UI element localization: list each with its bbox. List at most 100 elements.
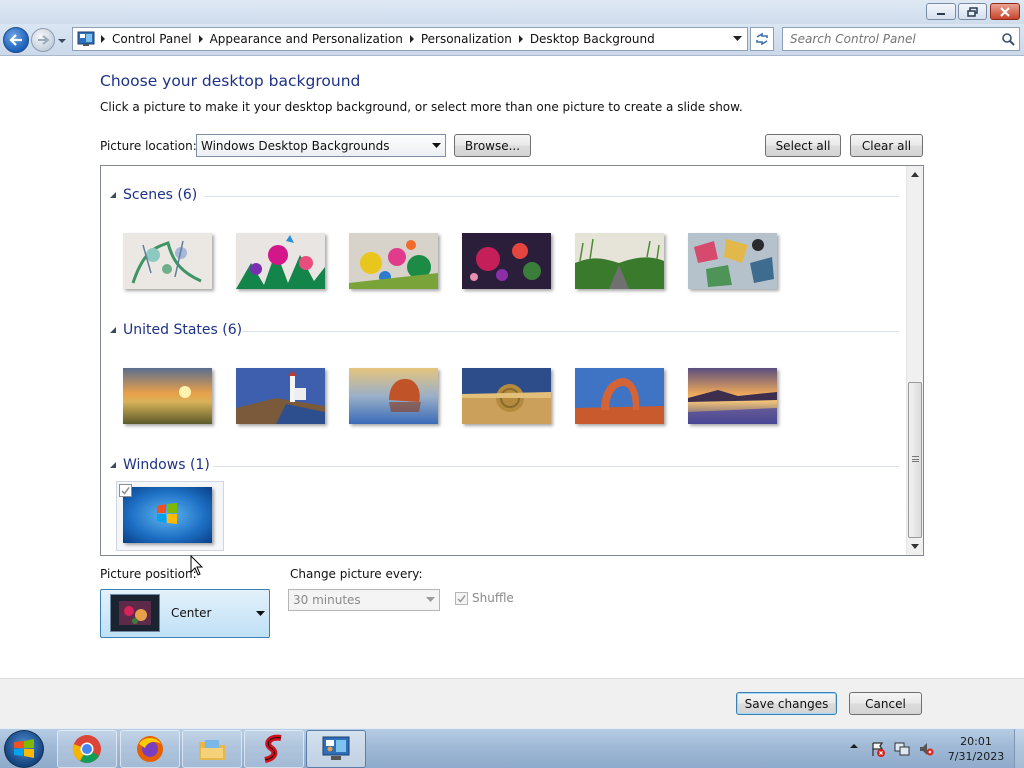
picture-location-dropdown[interactable]: Windows Desktop Backgrounds (196, 134, 446, 157)
thumbnail-scene-1[interactable] (123, 233, 212, 289)
vertical-scrollbar[interactable] (906, 166, 923, 555)
back-button[interactable] (3, 27, 29, 53)
chevron-up-icon[interactable] (849, 741, 859, 751)
select-all-button[interactable]: Select all (765, 134, 841, 157)
address-bar[interactable]: Control Panel Appearance and Personaliza… (72, 27, 748, 51)
thumbnail-us-4[interactable] (462, 368, 551, 424)
close-icon (1000, 6, 1010, 17)
group-divider (204, 196, 899, 197)
checkmark-icon (121, 487, 130, 495)
thumbnail-scene-5[interactable] (575, 233, 664, 289)
search-box[interactable] (782, 27, 1020, 51)
taskbar-control-panel[interactable] (306, 730, 366, 768)
thumbnail-us-2[interactable] (236, 368, 325, 424)
taskbar: 20:01 7/31/2023 (0, 728, 1024, 768)
windows-logo-icon (14, 739, 34, 758)
control-panel-location-icon (76, 30, 96, 48)
chevron-down-icon (426, 597, 435, 602)
restore-button[interactable] (958, 3, 987, 20)
thumbnail-us-6[interactable] (688, 368, 777, 424)
shuffle-label: Shuffle (472, 591, 514, 605)
control-panel-icon (322, 736, 350, 760)
taskbar-file-explorer[interactable] (182, 730, 242, 768)
forward-arrow-icon (38, 35, 49, 45)
collapse-triangle-icon[interactable] (109, 461, 117, 469)
page-title: Choose your desktop background (100, 72, 361, 90)
cancel-button[interactable]: Cancel (849, 692, 922, 715)
chrome-icon (72, 735, 101, 763)
breadcrumb-arrow-icon[interactable] (96, 27, 110, 51)
action-center-flag-icon[interactable] (870, 741, 886, 757)
scroll-down-button[interactable] (907, 538, 923, 555)
thumbnail-scene-6[interactable] (688, 233, 777, 289)
clear-all-button[interactable]: Clear all (850, 134, 923, 157)
clock-date: 7/31/2023 (947, 750, 1005, 763)
picture-list[interactable]: Scenes (6) United States (6) Windows (1) (100, 165, 924, 556)
picture-location-label: Picture location: (100, 139, 197, 153)
breadcrumb-appearance[interactable]: Appearance and Personalization (208, 32, 405, 46)
group-header-united-states[interactable]: United States (6) (109, 322, 242, 338)
firefox-icon (137, 736, 163, 762)
network-icon[interactable] (894, 741, 910, 757)
group-title: Windows (1) (123, 457, 210, 473)
thumbnail-scene-2[interactable] (236, 233, 325, 289)
picture-position-dropdown[interactable]: Center (100, 589, 270, 638)
title-bar (0, 0, 1024, 24)
address-dropdown-button[interactable] (730, 32, 744, 46)
change-picture-value: 30 minutes (293, 593, 361, 607)
thumbnail-us-1[interactable] (123, 368, 212, 424)
group-header-scenes[interactable]: Scenes (6) (109, 187, 197, 203)
minimize-button[interactable] (926, 3, 956, 20)
collapse-triangle-icon[interactable] (109, 191, 117, 199)
volume-muted-icon[interactable] (918, 741, 934, 757)
taskbar-firefox[interactable] (120, 730, 180, 768)
browse-button[interactable]: Browse... (454, 134, 531, 157)
red-s-app-icon (264, 734, 282, 763)
group-divider (242, 331, 899, 332)
breadcrumb-personalization[interactable]: Personalization (419, 32, 514, 46)
taskbar-red-s-app[interactable] (244, 730, 304, 768)
breadcrumb-arrow-icon[interactable] (194, 27, 208, 51)
breadcrumb-arrow-icon[interactable] (514, 27, 528, 51)
back-arrow-icon (9, 34, 22, 46)
forward-button[interactable] (31, 28, 55, 52)
group-header-windows[interactable]: Windows (1) (109, 457, 210, 473)
thumbnail-windows-7[interactable] (123, 487, 212, 543)
recent-pages-button[interactable] (57, 35, 67, 45)
system-clock[interactable]: 20:01 7/31/2023 (938, 734, 1014, 764)
breadcrumb-control-panel[interactable]: Control Panel (110, 32, 194, 46)
scroll-up-button[interactable] (907, 166, 923, 183)
select-checkbox[interactable] (119, 484, 132, 497)
clock-time: 20:01 (960, 735, 992, 748)
change-picture-label: Change picture every: (290, 567, 423, 581)
picture-position-value: Center (171, 606, 212, 620)
search-input[interactable] (783, 32, 995, 46)
search-icon[interactable] (1001, 32, 1015, 46)
chevron-down-icon (732, 36, 742, 41)
breadcrumb-arrow-icon[interactable] (405, 27, 419, 51)
scroll-thumb[interactable] (908, 382, 922, 538)
checkmark-icon (457, 594, 466, 603)
show-desktop-button[interactable] (1014, 729, 1024, 768)
navigation-bar: Control Panel Appearance and Personaliza… (0, 24, 1024, 56)
chevron-up-icon (911, 172, 919, 177)
thumbnail-us-5[interactable] (575, 368, 664, 424)
shuffle-option: Shuffle (455, 591, 514, 605)
group-divider (213, 466, 899, 467)
breadcrumb-desktop-background[interactable]: Desktop Background (528, 32, 657, 46)
save-changes-button[interactable]: Save changes (736, 692, 837, 715)
chevron-down-icon (911, 544, 919, 549)
minimize-icon (937, 12, 945, 15)
close-button[interactable] (990, 3, 1020, 20)
taskbar-chrome[interactable] (57, 730, 117, 768)
position-preview-image (110, 594, 160, 632)
thumbnail-scene-3[interactable] (349, 233, 438, 289)
refresh-button[interactable] (750, 27, 774, 51)
thumbnail-us-3[interactable] (349, 368, 438, 424)
start-button[interactable] (4, 730, 44, 768)
collapse-triangle-icon[interactable] (109, 326, 117, 334)
file-explorer-icon (199, 740, 225, 760)
chevron-down-icon (256, 611, 265, 616)
chevron-down-icon (432, 143, 441, 148)
thumbnail-scene-4[interactable] (462, 233, 551, 289)
